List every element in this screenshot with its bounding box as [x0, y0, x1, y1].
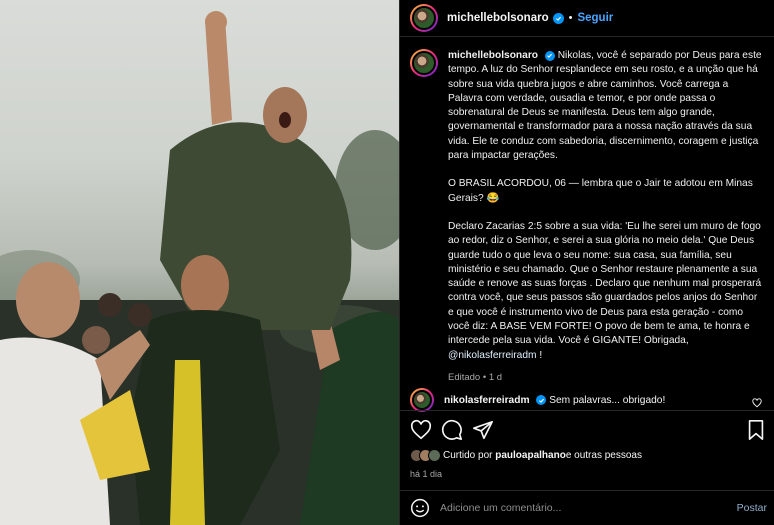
caption-username[interactable]: michellebolsonaro [448, 50, 538, 61]
post-header: michellebolsonaro • Seguir [400, 0, 774, 37]
likes-prefix: Curtido por [443, 450, 493, 461]
comment-row: nikolasferreiradm Sem palavras... obriga… [410, 388, 765, 412]
action-bar [400, 410, 774, 448]
post-photo[interactable] [0, 0, 399, 525]
comment-body: Sem palavras... obrigado! [549, 394, 666, 406]
header-separator: • [568, 12, 573, 24]
bookmark-icon[interactable] [745, 419, 767, 441]
protest-photo-illustration [0, 11, 399, 525]
author-username[interactable]: michellebolsonaro [447, 12, 549, 24]
commenter-username[interactable]: nikolasferreiradm [444, 395, 530, 406]
share-send-icon[interactable] [472, 419, 494, 441]
likes-suffix[interactable]: e outras pessoas [566, 450, 642, 461]
caption-area: michellebolsonaro Nikolas, você é separa… [400, 38, 774, 383]
emoji-icon[interactable] [410, 498, 430, 518]
caption-avatar[interactable] [410, 49, 438, 77]
caption-closing: ! [536, 349, 543, 361]
caption-paragraph-2: O BRASIL ACORDOU, 06 — lembra que o Jair… [448, 178, 753, 204]
post-comment-button[interactable]: Postar [737, 502, 767, 514]
likes-user[interactable]: pauloapalhano [495, 450, 566, 461]
caption-text: michellebolsonaro Nikolas, você é separa… [448, 49, 765, 385]
commenter-avatar[interactable] [410, 388, 434, 412]
post-side-panel: michellebolsonaro • Seguir michellebolso… [399, 0, 774, 525]
follow-button[interactable]: Seguir [577, 12, 613, 24]
like-heart-icon[interactable] [410, 419, 432, 441]
verified-badge-icon [536, 395, 547, 405]
edited-label: Editado • 1 d [448, 371, 503, 383]
comment-bubble-icon[interactable] [441, 419, 463, 441]
comment-text: nikolasferreiradm Sem palavras... obriga… [444, 395, 665, 406]
post-timestamp[interactable]: há 1 dia [410, 469, 442, 479]
caption-paragraph-1: Nikolas, você é separado por Deus para e… [448, 50, 762, 162]
comment-like-icon[interactable] [752, 398, 762, 408]
author-avatar[interactable] [410, 4, 438, 32]
add-comment-bar: Adicione um comentário... Postar [400, 490, 774, 525]
likes-summary: Curtido por pauloapalhano e outras pesso… [410, 449, 642, 462]
caption-paragraph-3: Declaro Zacarias 2:5 sobre a sua vida: '… [448, 220, 762, 347]
verified-badge-icon [552, 12, 564, 24]
liker-avatars [410, 449, 441, 462]
instagram-post-view: michellebolsonaro • Seguir michellebolso… [0, 0, 774, 525]
liker-avatar [428, 449, 441, 462]
comment-input[interactable]: Adicione um comentário... [440, 502, 561, 514]
verified-badge-icon [544, 50, 555, 61]
mention-link[interactable]: @nikolasferreiradm [448, 350, 536, 361]
